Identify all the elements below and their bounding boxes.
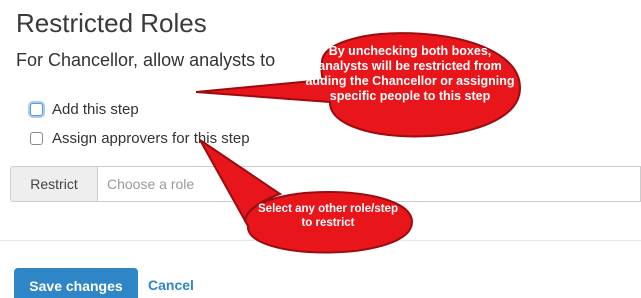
add-step-checkbox[interactable]	[30, 103, 43, 116]
callout-text-unchecking: By unchecking both boxes, analysts will …	[305, 44, 515, 103]
add-step-label: Add this step	[52, 101, 139, 118]
role-select-input[interactable]: Choose a role	[98, 166, 641, 202]
assign-approvers-label: Assign approvers for this step	[52, 130, 250, 147]
callout-text-select-role: Select any other role/step to restrict	[258, 203, 398, 229]
page-subtitle: For Chancellor, allow analysts to	[16, 50, 276, 70]
restrict-label: Restrict	[10, 166, 98, 202]
save-changes-button[interactable]: Save changes	[14, 268, 138, 298]
assign-approvers-checkbox[interactable]	[30, 132, 43, 145]
add-step-option[interactable]: Add this step	[30, 101, 139, 118]
cancel-link[interactable]: Cancel	[148, 277, 194, 293]
page-title: Restricted Roles	[16, 8, 207, 38]
assign-approvers-option[interactable]: Assign approvers for this step	[30, 130, 250, 147]
divider	[0, 240, 641, 241]
restrict-role-group: Restrict Choose a role	[10, 166, 641, 202]
